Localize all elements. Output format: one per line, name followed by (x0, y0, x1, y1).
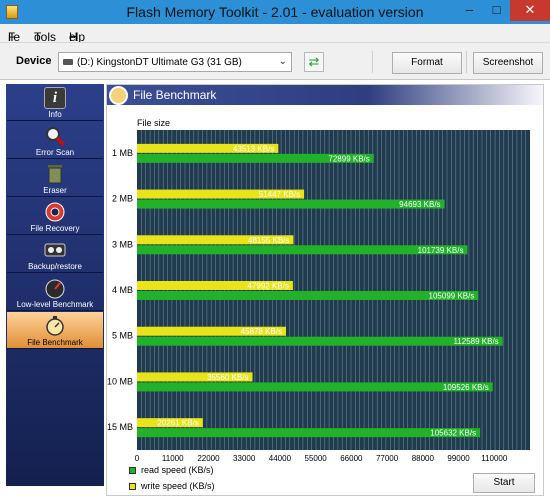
x-tick-label: 55000 (305, 454, 328, 463)
screenshot-button[interactable]: Screenshot (473, 52, 543, 74)
maximize-button[interactable]: □ (483, 0, 510, 21)
write-value-label: 43513 KB/s (233, 144, 274, 153)
read-bar (137, 382, 493, 392)
x-tick-label: 11000 (162, 454, 184, 463)
read-swatch (129, 467, 136, 474)
panel-header: File Benchmark (107, 85, 543, 105)
x-tick-label: 33000 (233, 454, 256, 463)
category-label: 5 MB (112, 331, 133, 341)
toolbar-divider (372, 51, 373, 73)
x-tick-labels: 0 11000 22000 33000 44000 55000 66000 77000 8800… (135, 454, 508, 463)
sidebar-item-low-level-benchmark[interactable]: Low-level Benchmark (7, 274, 103, 311)
read-value-label: 101739 KB/s (418, 246, 464, 255)
category-label: 1 MB (112, 148, 133, 158)
minimize-button[interactable]: – (456, 0, 483, 21)
write-value-label: 47992 KB/s (247, 282, 288, 291)
sidebar-item-label: Backup/restore (28, 262, 82, 271)
x-tick-label: 66000 (340, 454, 363, 463)
sidebar-item-eraser[interactable]: Eraser (7, 160, 103, 197)
lifebuoy-icon (44, 201, 66, 223)
read-value-label: 105099 KB/s (429, 292, 475, 301)
magnifier-icon (44, 125, 66, 147)
read-value-label: 72899 KB/s (328, 154, 369, 163)
info-icon: i (44, 87, 66, 109)
x-tick-label: 0 (135, 454, 140, 463)
category-label: 3 MB (112, 239, 133, 249)
benchmark-chart: File size 43513 KB/s 72899 KB/s 51447 KB/s… (107, 118, 530, 463)
device-select-value: (D:) KingstonDT Ultimate G3 (31 GB) (77, 57, 242, 68)
device-select[interactable]: (D:) KingstonDT Ultimate G3 (31 GB) ⌄ (58, 52, 292, 72)
category-label: 2 MB (112, 194, 133, 204)
x-tick-label: 77000 (376, 454, 399, 463)
write-value-label: 35560 KB/s (207, 373, 248, 382)
category-label: 15 MB (107, 422, 133, 432)
y-axis-label: File size (137, 118, 170, 128)
menu-bar: File Tools Help (0, 24, 550, 44)
category-labels: 1 MB 2 MB 3 MB 4 MB 5 MB 10 MB 15 MB (107, 148, 133, 432)
x-tick-label: 44000 (269, 454, 292, 463)
sidebar: i Info Error Scan Eraser File Recovery B… (6, 84, 104, 486)
refresh-button[interactable]: ⇄ (304, 52, 324, 72)
read-bar (137, 291, 479, 300)
read-value-label: 94693 KB/s (399, 200, 440, 209)
stopwatch-icon (109, 86, 128, 105)
sidebar-item-file-benchmark[interactable]: File Benchmark (7, 312, 103, 349)
write-value-label: 20261 KB/s (157, 419, 198, 428)
sidebar-item-info[interactable]: i Info (7, 84, 103, 121)
category-label: 4 MB (112, 285, 133, 295)
device-toolbar: Device (D:) KingstonDT Ultimate G3 (31 G… (0, 42, 550, 80)
x-tick-label: 110000 (481, 454, 508, 463)
close-button[interactable]: ✕ (510, 0, 550, 21)
sidebar-item-label: File Recovery (30, 224, 80, 233)
write-value-label: 48155 KB/s (248, 236, 289, 245)
drive-icon (63, 59, 73, 65)
sidebar-item-label: Low-level Benchmark (16, 300, 94, 309)
sidebar-item-file-recovery[interactable]: File Recovery (7, 198, 103, 235)
read-value-label: 109526 KB/s (443, 383, 489, 392)
sidebar-item-label: Info (48, 110, 62, 119)
write-swatch (129, 483, 136, 490)
x-tick-label: 88000 (412, 454, 435, 463)
category-label: 10 MB (107, 376, 133, 386)
sidebar-item-error-scan[interactable]: Error Scan (7, 122, 103, 159)
trash-icon (44, 163, 66, 185)
x-tick-label: 99000 (447, 454, 470, 463)
device-label: Device (16, 55, 52, 67)
file-benchmark-panel: File Benchmark File size 43513 KB/s 72899… (106, 84, 544, 496)
read-bar (137, 428, 481, 438)
write-value-label: 51447 KB/s (259, 190, 300, 199)
read-bar (137, 336, 503, 346)
sidebar-item-label: Error Scan (35, 148, 75, 157)
read-value-label: 105632 KB/s (430, 429, 476, 438)
write-value-label: 45878 KB/s (241, 327, 282, 336)
start-button[interactable]: Start (473, 473, 535, 493)
stopwatch-icon (44, 315, 66, 337)
tape-icon (44, 239, 66, 261)
speedometer-icon (44, 277, 66, 299)
toolbar-divider (466, 51, 467, 73)
sidebar-item-label: File Benchmark (27, 338, 83, 347)
format-button[interactable]: Format (392, 52, 462, 74)
sidebar-item-backup-restore[interactable]: Backup/restore (7, 236, 103, 273)
x-tick-label: 22000 (197, 454, 220, 463)
sidebar-item-label: Eraser (43, 186, 67, 195)
read-value-label: 112589 KB/s (453, 337, 498, 346)
title-bar: Flash Memory Toolkit - 2.01 - evaluation… (0, 0, 550, 24)
legend-read-label: read speed (KB/s) (141, 465, 214, 475)
panel-title: File Benchmark (133, 88, 217, 102)
legend-write-label: write speed (KB/s) (141, 481, 215, 491)
chevron-down-icon: ⌄ (278, 56, 287, 67)
